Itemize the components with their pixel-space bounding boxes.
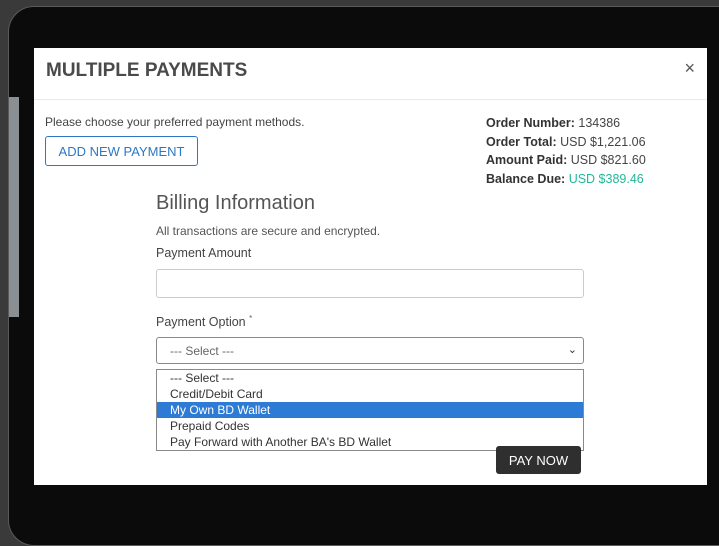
order-total-row: Order Total: USD $1,221.06 bbox=[486, 133, 646, 152]
balance-due-value: USD $389.46 bbox=[568, 171, 644, 186]
amount-paid-label: Amount Paid: bbox=[486, 153, 568, 167]
order-number-value: 134386 bbox=[578, 116, 621, 130]
payment-option-dropdown: --- Select --- Credit/Debit Card My Own … bbox=[156, 369, 584, 451]
instructions-text: Please choose your preferred payment met… bbox=[45, 115, 305, 129]
balance-due-label: Balance Due: bbox=[486, 171, 566, 186]
order-number-label: Order Number: bbox=[486, 116, 575, 130]
dropdown-option-my-own-bd-wallet[interactable]: My Own BD Wallet bbox=[157, 402, 583, 418]
payment-amount-label: Payment Amount bbox=[156, 246, 252, 260]
order-total-value: USD $1,221.06 bbox=[560, 134, 646, 149]
payment-option-select[interactable]: --- Select --- ⌄ bbox=[156, 337, 584, 365]
payment-option-label: Payment Option bbox=[156, 315, 246, 330]
secure-note: All transactions are secure and encrypte… bbox=[156, 224, 381, 238]
required-mark: * bbox=[249, 314, 253, 323]
pay-now-button[interactable]: PAY NOW bbox=[496, 446, 581, 474]
payment-option-selected: --- Select --- bbox=[170, 344, 234, 359]
multiple-payments-modal: MULTIPLE PAYMENTS × Please choose your p… bbox=[34, 48, 707, 485]
background-edge bbox=[9, 97, 19, 317]
amount-paid-row: Amount Paid: USD $821.60 bbox=[486, 151, 646, 170]
billing-section: Billing Information All transactions are… bbox=[156, 192, 586, 365]
dropdown-option-prepaid-codes[interactable]: Prepaid Codes bbox=[157, 418, 583, 434]
dropdown-option-select[interactable]: --- Select --- bbox=[157, 370, 583, 386]
payment-option-label-row: Payment Option * bbox=[156, 314, 586, 329]
modal-header: MULTIPLE PAYMENTS × bbox=[34, 48, 707, 100]
close-icon[interactable]: × bbox=[684, 58, 695, 79]
payment-amount-input[interactable] bbox=[156, 269, 584, 298]
chevron-down-icon: ⌄ bbox=[567, 344, 577, 357]
order-number-row: Order Number: 134386 bbox=[486, 114, 646, 133]
order-total-label: Order Total: bbox=[486, 134, 557, 149]
add-new-payment-button[interactable]: ADD NEW PAYMENT bbox=[45, 136, 198, 166]
balance-due-row: Balance Due: USD $389.46 bbox=[486, 170, 646, 189]
billing-heading: Billing Information bbox=[156, 192, 315, 214]
modal-title: MULTIPLE PAYMENTS bbox=[46, 60, 248, 81]
dropdown-option-credit-debit-card[interactable]: Credit/Debit Card bbox=[157, 386, 583, 402]
order-summary: Order Number: 134386 Order Total: USD $1… bbox=[486, 114, 646, 188]
amount-paid-value: USD $821.60 bbox=[570, 153, 646, 167]
